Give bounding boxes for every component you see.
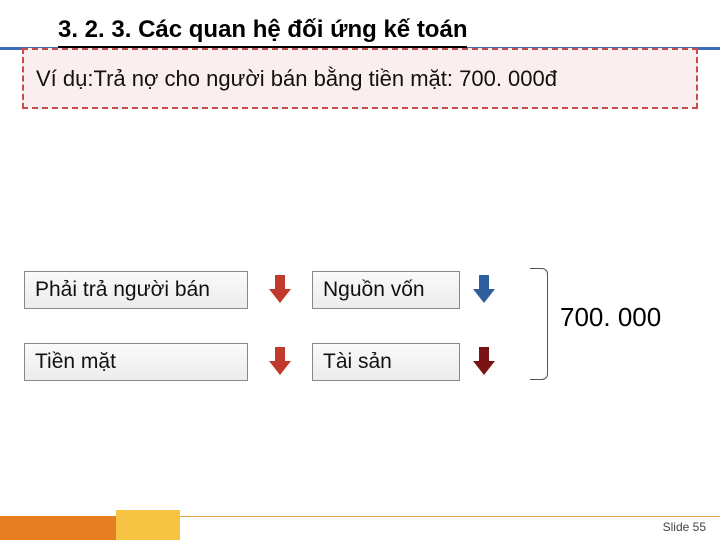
example-box: Ví dụ:Trả nợ cho người bán bằng tiền mặt… xyxy=(22,48,698,109)
arrow-cell xyxy=(460,347,508,377)
footer-accent xyxy=(116,510,180,540)
example-text: Ví dụ:Trả nợ cho người bán bằng tiền mặt… xyxy=(36,60,684,97)
example-label: Ví dụ: xyxy=(36,66,93,91)
account-cell: Phải trả người bán xyxy=(24,271,248,309)
table-row: Tiền mặt Tài sản xyxy=(24,340,696,384)
brace-icon xyxy=(530,268,548,380)
arrow-cell xyxy=(248,347,312,377)
account-cell: Tiền mặt xyxy=(24,343,248,381)
slide-number: Slide 55 xyxy=(663,520,706,534)
down-arrow-icon xyxy=(269,347,291,377)
section-heading: 3. 2. 3. Các quan hệ đối ứng kế toán xyxy=(58,16,467,48)
example-body: Trả nợ cho người bán bằng tiền mặt: 700.… xyxy=(93,66,557,91)
heading-row: 3. 2. 3. Các quan hệ đối ứng kế toán xyxy=(0,0,720,48)
footer: Slide 55 xyxy=(0,510,720,540)
down-arrow-icon xyxy=(473,275,495,305)
arrow-cell xyxy=(460,275,508,305)
category-cell: Nguồn vốn xyxy=(312,271,460,309)
amount-value: 700. 000 xyxy=(560,302,661,333)
down-arrow-icon xyxy=(473,347,495,377)
section-number: 3. 2. 3. xyxy=(58,16,131,43)
mapping-grid: Phải trả người bán Nguồn vốn Tiền mặt Tà… xyxy=(24,268,696,412)
down-arrow-icon xyxy=(269,275,291,305)
slide-number-value: 55 xyxy=(693,520,706,534)
slide-label: Slide xyxy=(663,520,690,534)
arrow-cell xyxy=(248,275,312,305)
section-title: Các quan hệ đối ứng kế toán xyxy=(138,16,467,43)
category-cell: Tài sản xyxy=(312,343,460,381)
